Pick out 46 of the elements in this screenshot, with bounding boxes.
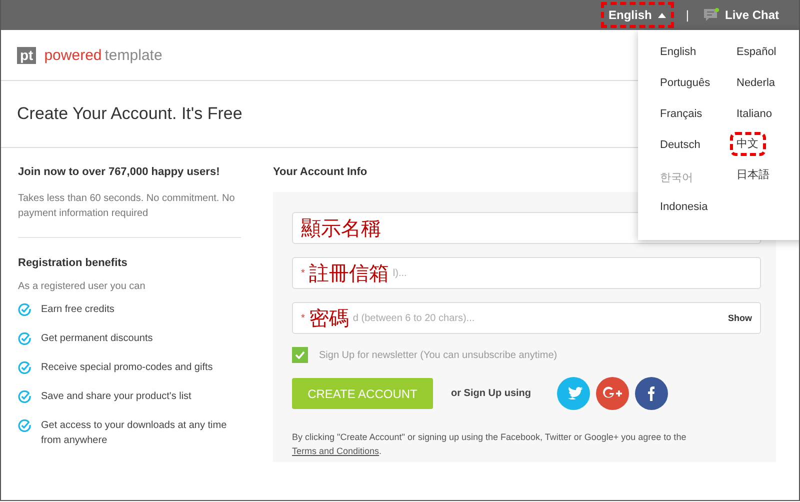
- intro-heading: Join now to over 767,000 happy users!: [18, 166, 220, 178]
- checkbox[interactable]: [292, 347, 308, 363]
- separator: |: [686, 8, 689, 22]
- benefit-text: Get permanent discounts: [41, 332, 153, 346]
- check-circle-icon: [18, 332, 31, 345]
- language-option[interactable]: Nederla: [736, 77, 799, 108]
- language-option[interactable]: Español: [736, 46, 799, 77]
- benefit-text: Save and share your product's list: [41, 390, 192, 404]
- social-label: or Sign Up using: [451, 388, 531, 399]
- annotation-label: 密碼: [308, 304, 349, 332]
- required-mark: *: [301, 312, 305, 324]
- page-title: Create Your Account. It's Free: [17, 104, 242, 124]
- language-button[interactable]: English: [602, 4, 672, 26]
- brand-name: powered template: [44, 46, 162, 64]
- twitter-button[interactable]: [557, 377, 590, 410]
- check-circle-icon: [18, 390, 31, 403]
- benefits-heading: Registration benefits: [18, 257, 128, 269]
- section-heading: Your Account Info: [273, 166, 368, 178]
- language-option[interactable]: 日本語: [736, 167, 799, 198]
- check-icon: [295, 351, 305, 359]
- checkbox-label: Sign Up for newsletter (You can unsubscribe anytime): [319, 350, 558, 360]
- check-circle-icon: [18, 303, 31, 316]
- check-circle-icon: [18, 419, 31, 432]
- facebook-icon: [648, 386, 655, 401]
- check-circle-icon: [18, 361, 31, 374]
- language-option[interactable]: English: [660, 46, 736, 77]
- facebook-button[interactable]: [635, 377, 668, 410]
- benefit-text: Receive special promo-codes and gifts: [41, 361, 213, 375]
- terms-text: By clicking "Create Account" or signing up using the Facebook, Twitter or Google+ you agree to the Terms and Conditions.: [292, 431, 688, 458]
- benefit-text: Earn free credits: [41, 303, 114, 317]
- placeholder-text: d (between 6 to 20 chars)...: [352, 312, 475, 324]
- terms-link[interactable]: Terms and Conditions: [292, 446, 380, 456]
- language-option[interactable]: 中文: [730, 132, 766, 156]
- required-mark: *: [301, 268, 305, 278]
- annotation-label: 註冊信箱: [308, 260, 389, 286]
- benefits-subtitle: As a registered user you can: [18, 281, 146, 292]
- annotation-label: 顯示名稱: [301, 214, 381, 242]
- language-option[interactable]: Português: [660, 77, 736, 108]
- show-button[interactable]: Show: [728, 313, 752, 323]
- intro-text: Takes less than 60 seconds. No commitment. No payment information required: [18, 192, 236, 221]
- logo-mark: pt: [17, 46, 36, 64]
- caret-icon: [658, 12, 666, 18]
- placeholder-text: l)...: [392, 268, 407, 278]
- google-plus-button[interactable]: [596, 377, 629, 410]
- benefit-text: Get access to your downloads at any time from anywhere: [41, 419, 228, 448]
- live-chat-link[interactable]: Live Chat: [702, 8, 779, 22]
